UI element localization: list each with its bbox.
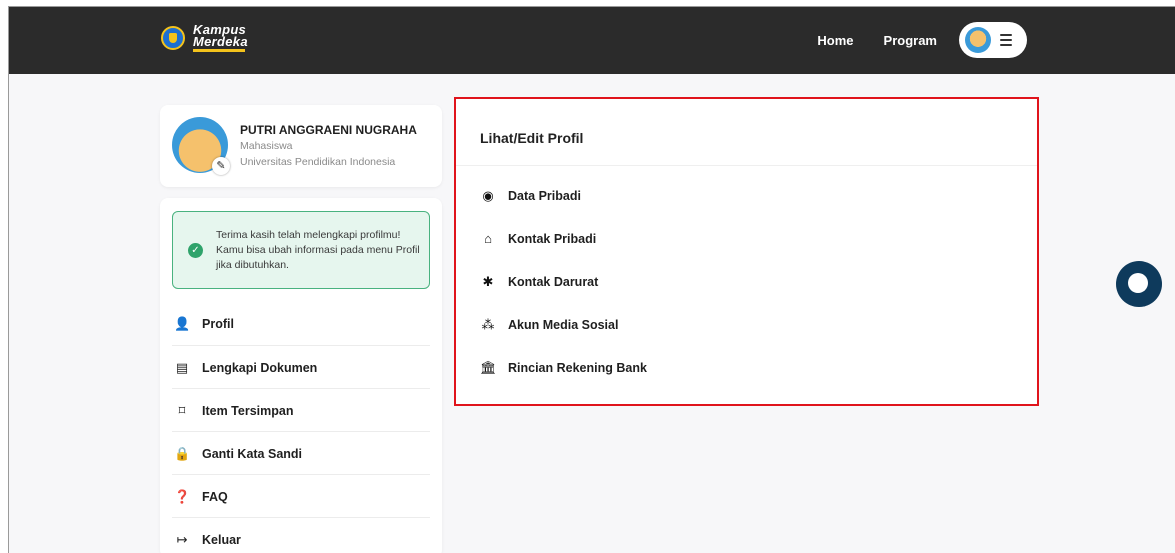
panel-item-akun-media-sosial[interactable]: ⁂ Akun Media Sosial xyxy=(480,317,619,333)
panel-title: Lihat/Edit Profil xyxy=(480,130,584,146)
sidebar-item-label: Ganti Kata Sandi xyxy=(202,446,303,461)
check-circle-icon: ✓ xyxy=(188,243,203,258)
panel-item-kontak-pribadi[interactable]: ⌂ Kontak Pribadi xyxy=(480,231,596,246)
sidebar-item-keluar[interactable]: ↦ Keluar xyxy=(160,518,442,553)
logo-line-2: Merdeka xyxy=(193,34,248,49)
panel-item-kontak-darurat[interactable]: ✱ Kontak Darurat xyxy=(480,274,599,290)
bank-icon: 🏛 xyxy=(480,360,497,375)
sidebar-item-lengkapi-dokumen[interactable]: ▤ Lengkapi Dokumen xyxy=(160,346,442,389)
profile-complete-notice: ✓ Terima kasih telah melengkapi profilmu… xyxy=(172,211,430,289)
sidebar-item-profil[interactable]: 👤 Profil xyxy=(160,302,442,345)
lock-icon: 🔒 xyxy=(174,445,191,461)
app-frame: Kampus Merdeka Home Program ✎ PUTRI ANGG… xyxy=(8,6,1175,553)
notice-text: Terima kasih telah melengkapi profilmu! … xyxy=(216,229,420,271)
sidebar-item-label: Lengkapi Dokumen xyxy=(202,360,318,375)
users-icon: ⁂ xyxy=(481,317,495,332)
user-menu-button[interactable] xyxy=(959,22,1027,58)
document-alert-icon: ▤ xyxy=(175,359,189,375)
asterisk-icon: ✱ xyxy=(482,274,494,289)
nav-home-link[interactable]: Home xyxy=(817,33,853,48)
panel-item-label: Kontak Pribadi xyxy=(508,231,597,246)
bookmark-icon: ⌑ xyxy=(178,402,186,418)
edit-pencil-icon[interactable]: ✎ xyxy=(212,157,230,175)
sidebar-item-label: Keluar xyxy=(202,532,241,547)
top-navbar: Kampus Merdeka Home Program xyxy=(9,7,1175,74)
hamburger-menu-icon xyxy=(1000,34,1012,46)
kampus-merdeka-logo[interactable]: Kampus Merdeka xyxy=(161,23,248,52)
divider xyxy=(456,165,1037,166)
nav-links: Home Program xyxy=(817,33,937,48)
nav-program-link[interactable]: Program xyxy=(884,33,937,48)
tut-wuri-emblem-icon xyxy=(161,26,185,50)
panel-item-label: Data Pribadi xyxy=(508,189,581,203)
logout-icon: ↦ xyxy=(176,531,188,547)
profile-name: PUTRI ANGGRAENI NUGRAHA xyxy=(240,123,417,137)
logo-wordmark: Kampus Merdeka xyxy=(193,23,248,52)
panel-item-rincian-rekening-bank[interactable]: 🏛 Rincian Rekening Bank xyxy=(480,360,647,376)
sidebar-menu: ✓ Terima kasih telah melengkapi profilmu… xyxy=(160,198,442,553)
panel-item-data-pribadi[interactable]: ◉ Data Pribadi xyxy=(480,188,581,204)
panel-item-label: Rincian Rekening Bank xyxy=(508,361,647,375)
sidebar-item-label: Item Tersimpan xyxy=(202,403,294,418)
user-circle-icon: ◉ xyxy=(482,188,494,203)
sidebar-item-item-tersimpan[interactable]: ⌑ Item Tersimpan xyxy=(160,389,442,432)
profile-role: Mahasiswa xyxy=(240,140,293,152)
profile-card: ✎ PUTRI ANGGRAENI NUGRAHA Mahasiswa Univ… xyxy=(160,105,442,187)
sidebar-item-faq[interactable]: ❓ FAQ xyxy=(160,475,442,518)
profile-university: Universitas Pendidikan Indonesia xyxy=(240,156,396,168)
sidebar-item-label: FAQ xyxy=(202,489,228,504)
chat-support-button[interactable] xyxy=(1116,261,1162,307)
panel-item-label: Kontak Darurat xyxy=(508,275,599,289)
sidebar-item-label: Profil xyxy=(202,316,234,331)
sidebar-item-ganti-kata-sandi[interactable]: 🔒 Ganti Kata Sandi xyxy=(160,432,442,475)
home-icon: ⌂ xyxy=(484,231,492,246)
edit-profile-panel: Lihat/Edit Profil ◉ Data Pribadi ⌂ Konta… xyxy=(454,97,1039,406)
avatar xyxy=(965,27,991,53)
logo-underline xyxy=(193,49,245,52)
panel-item-label: Akun Media Sosial xyxy=(508,318,619,332)
question-icon: ❓ xyxy=(174,488,191,504)
user-gear-icon: 👤 xyxy=(174,315,191,331)
